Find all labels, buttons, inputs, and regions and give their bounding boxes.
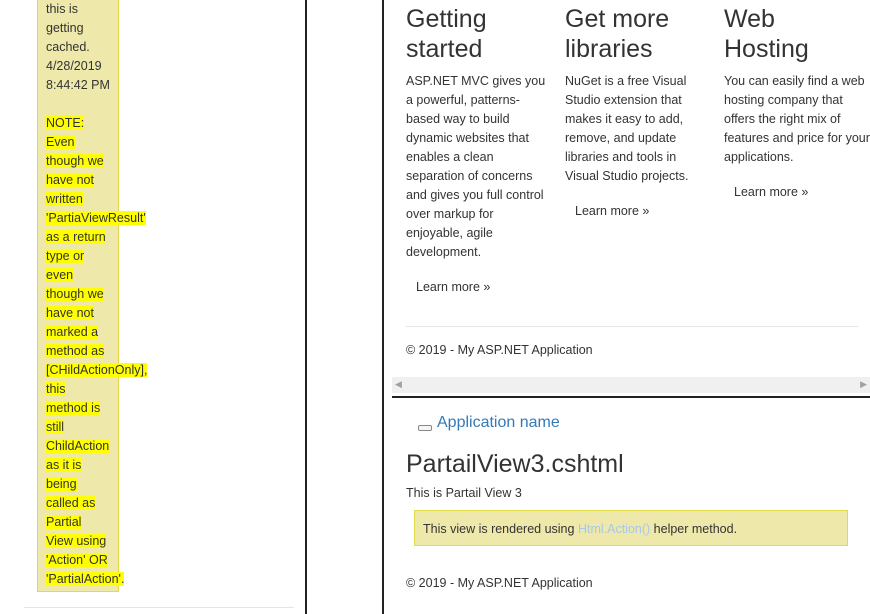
column-heading: Get more libraries bbox=[565, 5, 670, 63]
scroll-right-icon[interactable]: ▶ bbox=[860, 379, 867, 390]
column-body: NuGet is a free Visual Studio extension … bbox=[565, 74, 689, 183]
note-line: type or bbox=[46, 249, 85, 263]
column-getting-started: Getting started ASP.NET MVC gives you a p… bbox=[406, 0, 546, 300]
column-heading: Getting started bbox=[406, 5, 487, 63]
note-line: View using bbox=[46, 534, 107, 548]
note-line: marked a bbox=[46, 325, 99, 339]
horizontal-scrollbar[interactable]: ◀ ▶ bbox=[392, 377, 870, 393]
note-line: 'PartiaViewResult' bbox=[46, 211, 146, 225]
note-line: 4/28/2019 bbox=[46, 59, 102, 73]
note-line: have not bbox=[46, 306, 94, 320]
partial-text: This is Partail View 3 bbox=[406, 486, 522, 500]
note-line: have not bbox=[46, 173, 94, 187]
note-line: though we bbox=[46, 287, 104, 301]
footer-divider bbox=[406, 326, 858, 327]
note-line: as it is bbox=[46, 458, 82, 472]
brand-link[interactable]: Application name bbox=[437, 414, 560, 432]
column-body: You can easily find a web hosting compan… bbox=[724, 74, 870, 164]
note-line: this is bbox=[46, 2, 78, 16]
home-page-frame: Getting started ASP.NET MVC gives you a p… bbox=[384, 0, 870, 376]
note-line bbox=[46, 95, 118, 114]
right-frame: Getting started ASP.NET MVC gives you a p… bbox=[382, 0, 870, 614]
note-line: method is bbox=[46, 401, 101, 415]
learn-more-link[interactable]: Learn more » bbox=[724, 179, 818, 205]
note-line: NOTE: bbox=[46, 116, 85, 130]
column-body: ASP.NET MVC gives you a powerful, patter… bbox=[406, 74, 546, 259]
note-line: cached. bbox=[46, 40, 90, 54]
note-line: [CHildActionOnly], bbox=[46, 363, 148, 377]
note-line: though we bbox=[46, 154, 104, 168]
partial-view-frame: Application name PartailView3.cshtml Thi… bbox=[384, 400, 870, 614]
note-line: called as bbox=[46, 496, 96, 510]
note-line: still bbox=[46, 420, 65, 434]
code-snippet: Html.Action() bbox=[577, 522, 651, 536]
scroll-left-icon[interactable]: ◀ bbox=[395, 379, 402, 390]
note-line: as a return bbox=[46, 230, 106, 244]
note-line: method as bbox=[46, 344, 105, 358]
info-alert: This view is rendered using Html.Action(… bbox=[414, 510, 848, 546]
note-line: Even bbox=[46, 135, 75, 149]
left-frame: this is getting cached. 4/28/2019 8:44:42 PM… bbox=[0, 0, 307, 614]
cached-note-column: this is getting cached. 4/28/2019 8:44:42 PM… bbox=[37, 0, 148, 592]
page-title: PartailView3.cshtml bbox=[406, 450, 624, 478]
learn-more-link[interactable]: Learn more » bbox=[565, 198, 659, 224]
note-line: written bbox=[46, 192, 83, 206]
note-line: this bbox=[46, 382, 66, 396]
column-web-hosting: Web Hosting You can easily find a web hos… bbox=[724, 0, 870, 205]
learn-more-link[interactable]: Learn more » bbox=[406, 274, 500, 300]
note-line: being bbox=[46, 477, 77, 491]
note-line: 'PartialAction'. bbox=[46, 572, 125, 586]
navbar-toggle-icon[interactable] bbox=[418, 425, 432, 431]
note-line: Partial bbox=[46, 515, 82, 529]
footer-text: © 2019 - My ASP.NET Application bbox=[406, 576, 593, 590]
note-line: 'Action' OR bbox=[46, 553, 108, 567]
note-line: ChildAction bbox=[46, 439, 110, 453]
note-line: 8:44:42 PM bbox=[46, 78, 110, 92]
column-get-more-libraries: Get more libraries NuGet is a free Visual… bbox=[565, 0, 705, 224]
left-divider bbox=[24, 607, 294, 608]
frame-separator bbox=[392, 396, 870, 398]
navbar-brand[interactable]: Application name bbox=[418, 414, 560, 432]
note-line: even bbox=[46, 268, 74, 282]
column-heading: Web Hosting bbox=[724, 5, 809, 63]
note-line: getting bbox=[46, 21, 84, 35]
footer-text: © 2019 - My ASP.NET Application bbox=[406, 343, 593, 357]
